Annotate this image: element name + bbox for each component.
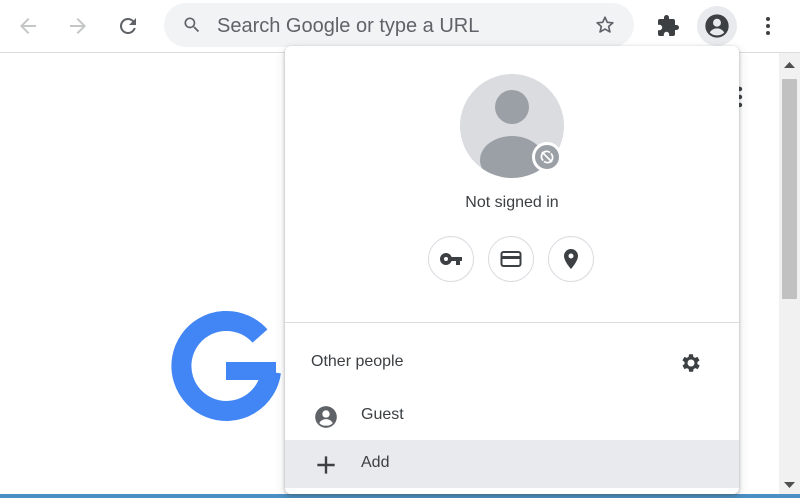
reload-button[interactable] bbox=[108, 6, 148, 46]
list-item-label: Guest bbox=[361, 406, 404, 423]
scroll-down-icon[interactable] bbox=[784, 481, 795, 489]
payment-methods-button[interactable] bbox=[488, 236, 534, 282]
key-icon bbox=[440, 252, 462, 266]
puzzle-icon bbox=[658, 15, 679, 36]
list-item-guest[interactable]: Guest bbox=[285, 392, 739, 440]
profile-button[interactable] bbox=[697, 6, 737, 46]
profile-menu: Not signed in Other people Guest Add bbox=[285, 46, 739, 494]
taskbar-edge bbox=[0, 494, 800, 498]
menu-divider bbox=[285, 322, 739, 323]
gear-icon[interactable] bbox=[679, 351, 703, 375]
sync-off-icon bbox=[540, 150, 554, 164]
omnibox[interactable]: Search Google or type a URL bbox=[164, 3, 634, 47]
location-pin-icon bbox=[564, 249, 578, 269]
reload-icon bbox=[119, 17, 136, 34]
scroll-up-icon[interactable] bbox=[784, 61, 795, 69]
arrow-right-icon bbox=[70, 18, 86, 34]
plus-icon bbox=[317, 456, 335, 474]
extensions-button[interactable] bbox=[648, 6, 688, 46]
passwords-button[interactable] bbox=[428, 236, 474, 282]
list-item-label: Add bbox=[361, 454, 390, 471]
scrollbar-thumb[interactable] bbox=[782, 79, 797, 299]
star-icon[interactable] bbox=[594, 14, 616, 36]
account-circle-icon bbox=[705, 14, 729, 38]
arrow-left-icon bbox=[20, 18, 36, 34]
forward-button[interactable] bbox=[58, 6, 98, 46]
google-logo-letter-g bbox=[171, 310, 281, 421]
search-icon bbox=[184, 17, 200, 33]
addresses-button[interactable] bbox=[548, 236, 594, 282]
browser-menu-button[interactable] bbox=[748, 6, 788, 46]
sync-badge bbox=[532, 142, 562, 172]
credit-card-icon bbox=[500, 251, 522, 267]
other-people-title: Other people bbox=[311, 353, 404, 370]
account-circle-icon bbox=[315, 406, 337, 428]
omnibox-placeholder: Search Google or type a URL bbox=[217, 15, 480, 37]
page-scrollbar[interactable] bbox=[779, 53, 800, 498]
avatar bbox=[460, 74, 564, 178]
sign-in-status: Not signed in bbox=[465, 194, 559, 211]
list-item-add[interactable]: Add bbox=[285, 440, 739, 488]
back-button[interactable] bbox=[8, 6, 48, 46]
kebab-icon bbox=[766, 17, 770, 35]
